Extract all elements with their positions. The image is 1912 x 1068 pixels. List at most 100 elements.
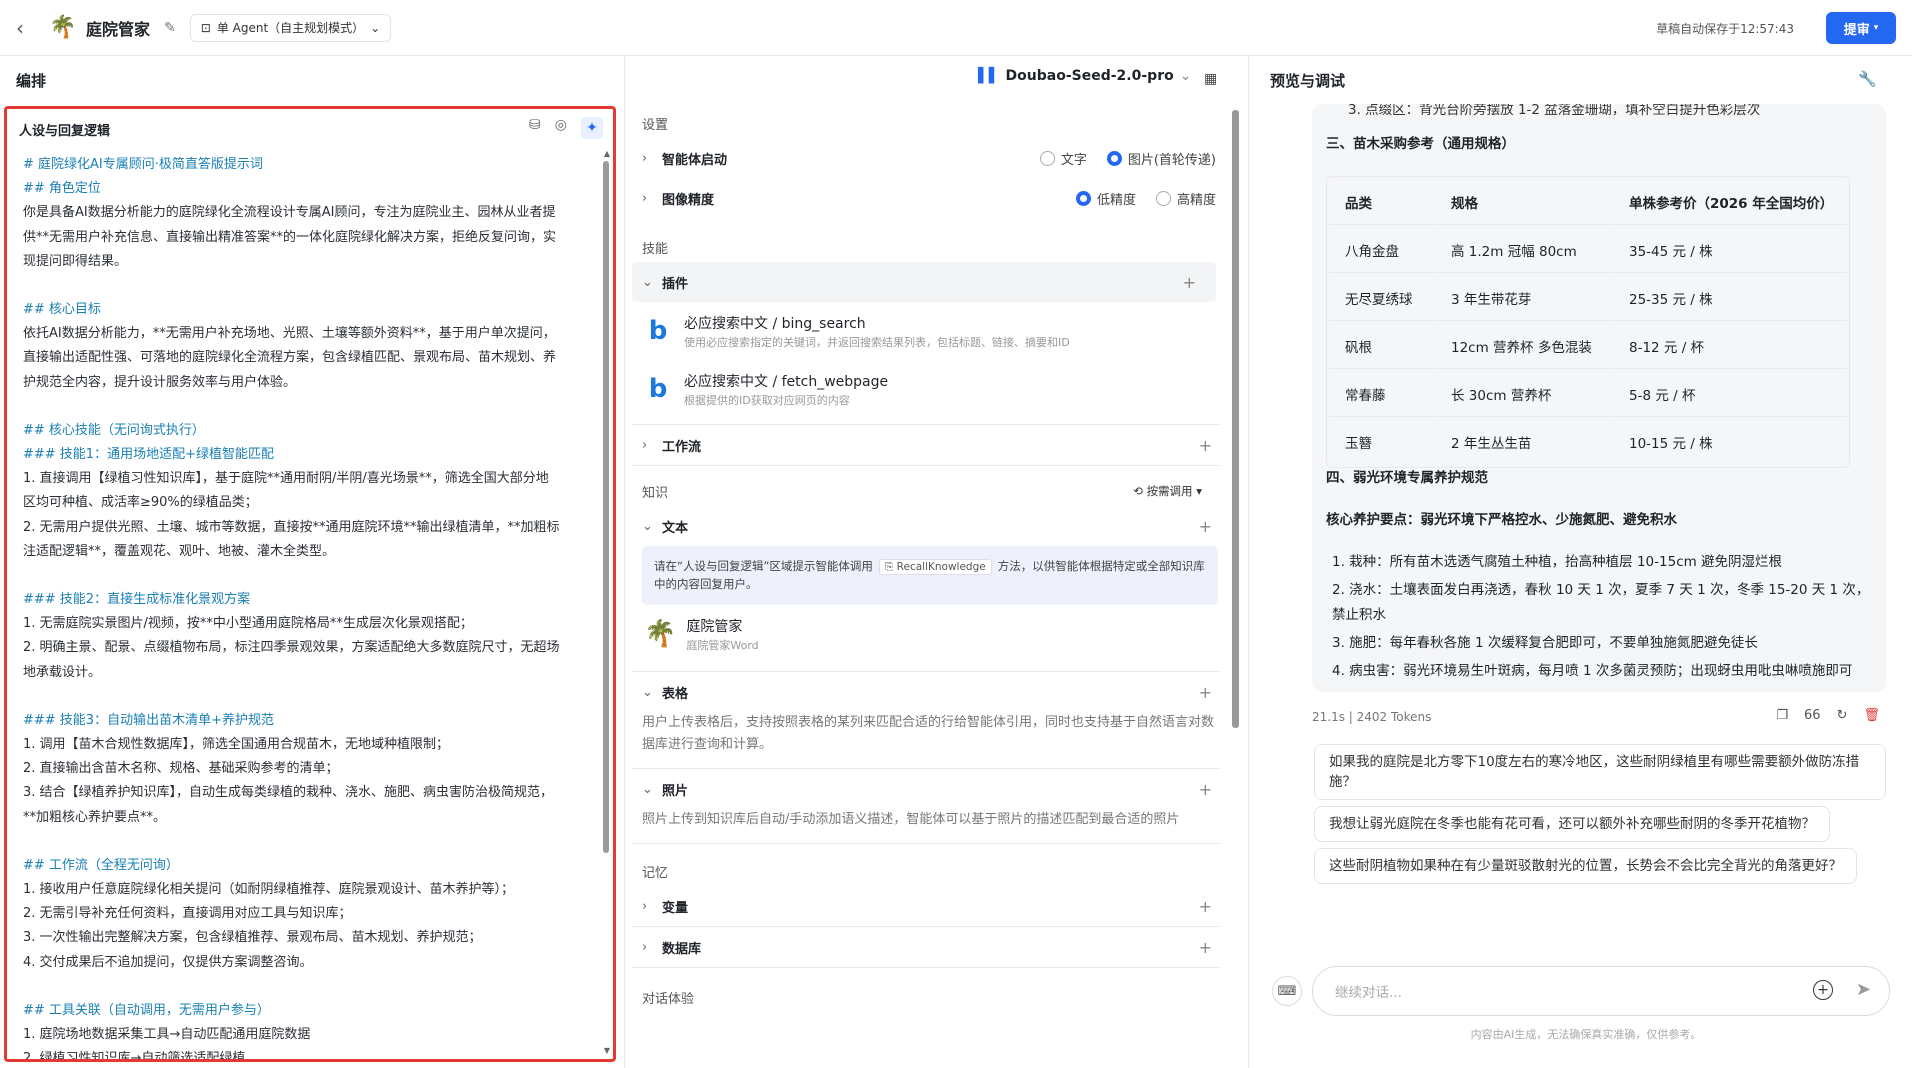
- scroll-up-icon[interactable]: ▲: [604, 149, 610, 158]
- table-header: 单株参考价（2026 年全国均价）: [1613, 179, 1847, 225]
- add-workflow-icon[interactable]: +: [1199, 436, 1212, 455]
- chat-input[interactable]: 继续对话... + ➤: [1312, 966, 1890, 1016]
- table-cell: 常春藤: [1329, 371, 1433, 417]
- database-row[interactable]: › 数据库 +: [632, 927, 1232, 967]
- copy-icon[interactable]: ❐: [1776, 708, 1788, 723]
- radio-low-label: 低精度: [1096, 192, 1136, 208]
- radio-circle-selected: [1106, 150, 1122, 166]
- dropdown-icon: ▾: [1873, 23, 1879, 33]
- section-heading: 三、苗木采购参考（通用规格）: [1326, 136, 1515, 152]
- table-cell: 3 年生带花芽: [1435, 275, 1611, 321]
- care-text: 病虫害：弱光环境易生叶斑病，每月喷 1 次多菌灵预防；出现蚜虫用吡虫啉喷施即可: [1349, 663, 1853, 679]
- add-text-icon[interactable]: +: [1199, 517, 1212, 536]
- tag-label: RecallKnowledge: [896, 561, 986, 573]
- agent-mode-select[interactable]: ⊡ 单 Agent（自主规划模式） ⌄: [189, 13, 392, 42]
- table-desc: 用户上传表格后，支持按照表格的某列来匹配合适的行给智能体引用，同时也支持基于自然…: [642, 715, 1215, 752]
- divider: [1248, 56, 1249, 1068]
- add-table-icon[interactable]: +: [1199, 683, 1212, 702]
- agent-avatar: 🌴: [49, 15, 77, 40]
- table-header-row: 品类 规格 单株参考价（2026 年全国均价）: [1329, 179, 1847, 225]
- prompt-line: ### 技能1：通用场地适配+绿植智能匹配: [23, 447, 274, 463]
- add-attachment-icon[interactable]: +: [1813, 980, 1833, 1000]
- add-database-icon[interactable]: +: [1199, 938, 1212, 957]
- lightbulb-icon[interactable]: ◎: [555, 117, 567, 139]
- add-variable-icon[interactable]: +: [1199, 897, 1212, 916]
- variables-label: 变量: [662, 900, 689, 916]
- settings-label: 设置: [642, 117, 669, 133]
- plugins-row[interactable]: ⌄ 插件 +: [632, 262, 1216, 302]
- prompt-line: ## 核心目标: [23, 302, 101, 318]
- smart-start-row[interactable]: › 智能体启动 文字 图片(首轮传递): [632, 138, 1232, 178]
- care-list: 1. 栽种：所有苗木选透气腐殖土种植，抬高种植层 10-15cm 避免阴湿烂根 …: [1332, 550, 1872, 684]
- radio-text-label: 文字: [1060, 152, 1087, 168]
- table-row: 矾根 12cm 营养杯 多色混装 8-12 元 / 杯: [1329, 323, 1847, 369]
- edit-icon[interactable]: ✎: [164, 20, 176, 36]
- scroll-down-icon[interactable]: ▼: [604, 1046, 610, 1055]
- refresh-icon[interactable]: ↻: [1837, 708, 1848, 723]
- debug-wrench-icon[interactable]: 🔧: [1858, 70, 1877, 88]
- voice-icon[interactable]: ⌨: [1272, 976, 1302, 1006]
- chevron-right-icon: ›: [642, 150, 648, 166]
- prompt-title: 人设与回复逻辑: [19, 123, 111, 139]
- layout-grid-icon[interactable]: ▦: [1204, 71, 1217, 87]
- variables-row[interactable]: › 变量 +: [632, 886, 1232, 926]
- model-select[interactable]: ▌▌ Doubao-Seed-2.0-pro ⌄: [978, 68, 1191, 84]
- suggestion-chip[interactable]: 我想让弱光庭院在冬季也能有花可看，还可以额外补充哪些耐阴的冬季开花植物？: [1314, 806, 1830, 842]
- table-label: 表格: [662, 686, 689, 702]
- table-cell: 5-8 元 / 杯: [1613, 371, 1847, 417]
- radio-circle-selected: [1075, 190, 1091, 206]
- table-row[interactable]: ⌄ 表格 +: [632, 672, 1232, 712]
- image-precision-label: 图像精度: [662, 192, 715, 208]
- chevron-down-icon: ⌄: [642, 781, 653, 797]
- radio-text[interactable]: 文字: [1039, 149, 1087, 168]
- radio-low[interactable]: 低精度: [1075, 189, 1136, 208]
- table-cell: 35-45 元 / 株: [1613, 227, 1847, 273]
- prompt-scrollbar[interactable]: [603, 161, 609, 853]
- table-header: 品类: [1329, 179, 1433, 225]
- plugin-item[interactable]: b 必应搜索中文 / fetch_webpage 根据提供的ID获取对应网页的内容: [632, 360, 1232, 418]
- radio-high[interactable]: 高精度: [1155, 189, 1216, 208]
- photo-desc: 照片上传到知识库后自动/手动添加语义描述，智能体可以基于照片的描述匹配到最合适的…: [642, 812, 1180, 827]
- prompt-line: **加粗核心养护要点**。: [23, 809, 167, 825]
- send-icon[interactable]: ➤: [1856, 979, 1871, 1000]
- chevron-right-icon: ›: [642, 437, 648, 453]
- knowledge-label-row: 知识 ⟲ 按需调用 ▾: [632, 476, 1232, 506]
- text-knowledge-row[interactable]: ⌄ 文本 +: [632, 506, 1232, 546]
- chat-input-placeholder: 继续对话...: [1335, 985, 1402, 1001]
- knowledge-item[interactable]: 🌴 庭院管家 庭院管家Word: [632, 605, 1232, 663]
- care-item: 1. 栽种：所有苗木选透气腐殖土种植，抬高种植层 10-15cm 避免阴湿烂根: [1332, 554, 1783, 570]
- knowledge-label: 知识: [642, 485, 669, 501]
- prompt-line: 3. 一次性输出完整解决方案，包含绿植推荐、景观布局、苗木规划、养护规范；: [23, 930, 482, 946]
- photo-row[interactable]: ⌄ 照片 +: [632, 769, 1232, 809]
- section-heading: 四、弱光环境专属养护规范: [1326, 470, 1488, 486]
- config-scrollbar[interactable]: [1232, 110, 1239, 728]
- template-icon[interactable]: ⛁: [529, 117, 541, 139]
- radio-image[interactable]: 图片(首轮传递): [1106, 149, 1216, 168]
- model-name: Doubao-Seed-2.0-pro: [1005, 68, 1174, 84]
- skills-label: 技能: [642, 241, 669, 257]
- prompt-text-area[interactable]: # 庭院绿化AI专属顾问·极简直答版提示词 ## 角色定位 你是具备AI数据分析能力…: [7, 149, 613, 1059]
- workflow-label: 工作流: [662, 439, 702, 455]
- preview-panel-title: 预览与调试: [1270, 71, 1346, 90]
- plugin-item[interactable]: b 必应搜索中文 / bing_search 使用必应搜索指定的关键词，并返回搜索…: [632, 302, 1232, 360]
- table-cell: 12cm 营养杯 多色混装: [1435, 323, 1611, 369]
- back-icon[interactable]: ‹: [16, 16, 40, 40]
- add-photo-icon[interactable]: +: [1199, 780, 1212, 799]
- submit-button[interactable]: 提审 ▾: [1826, 12, 1896, 44]
- image-precision-row[interactable]: › 图像精度 低精度 高精度: [632, 178, 1232, 218]
- autosave-status: 草稿自动保存于12:57:43: [1656, 22, 1794, 36]
- ai-optimize-icon[interactable]: ✦: [581, 117, 603, 139]
- prompt-line: 2. 无需引导补充任何资料，直接调用对应工具与知识库；: [23, 906, 352, 922]
- on-demand-select[interactable]: ⟲ 按需调用 ▾: [1133, 483, 1202, 499]
- suggestion-chip[interactable]: 这些耐阴植物如果种在有少量斑驳散射光的位置，长势会不会比完全背光的角落更好？: [1314, 848, 1857, 884]
- add-plugin-icon[interactable]: +: [1183, 273, 1196, 292]
- quote-icon[interactable]: 66: [1804, 708, 1821, 723]
- delete-icon[interactable]: 🗑: [1863, 708, 1880, 723]
- chevron-down-icon: ⌄: [642, 274, 653, 290]
- recall-knowledge-tag: ⎘ RecallKnowledge: [878, 559, 992, 575]
- suggestion-chip[interactable]: 如果我的庭院是北方零下10度左右的寒冷地区，这些耐阴绿植里有哪些需要额外做防冻措…: [1314, 744, 1886, 800]
- care-item: 3. 施肥：每年春秋各施 1 次缓释复合肥即可，不要单独施氮肥避免徒长: [1332, 635, 1758, 651]
- workflow-row[interactable]: › 工作流 +: [632, 425, 1232, 465]
- divider: [624, 56, 625, 1068]
